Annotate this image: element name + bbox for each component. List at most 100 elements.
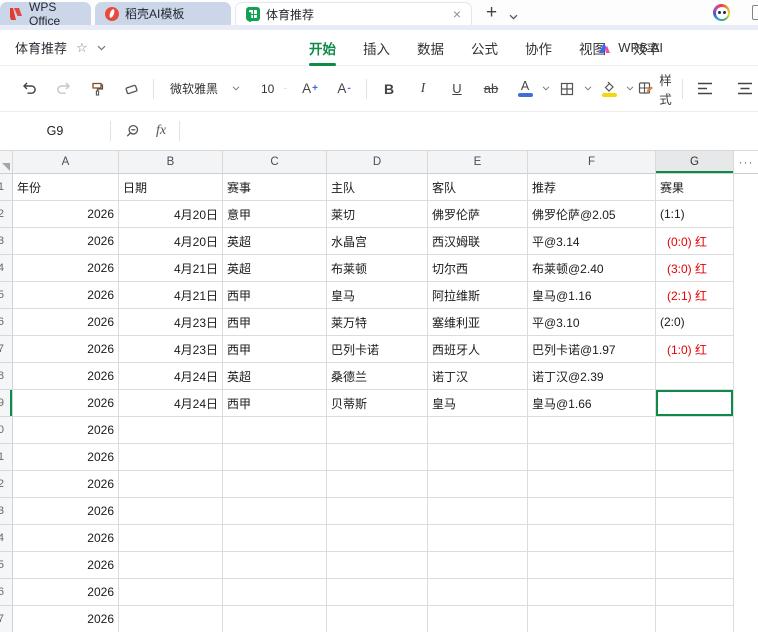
cell-B7[interactable]: 4月23日 — [119, 336, 223, 363]
cell-C3[interactable]: 英超 — [223, 228, 327, 255]
row-header-14[interactable]: 14 — [0, 525, 13, 552]
italic-button[interactable]: I — [410, 75, 436, 103]
cell-A15[interactable]: 2026 — [13, 552, 119, 579]
cell-G14[interactable] — [656, 525, 734, 552]
cell-F17[interactable] — [528, 606, 656, 632]
align-left-button[interactable] — [692, 75, 718, 103]
undo-button[interactable] — [16, 75, 42, 103]
cell-F6[interactable]: 平@3.10 — [528, 309, 656, 336]
bold-button[interactable]: B — [376, 75, 402, 103]
cell-D8[interactable]: 桑德兰 — [327, 363, 428, 390]
cell-C17[interactable] — [223, 606, 327, 632]
cell-C12[interactable] — [223, 471, 327, 498]
row-header-12[interactable]: 12 — [0, 471, 13, 498]
cell-D2[interactable]: 莱切 — [327, 201, 428, 228]
cell-A8[interactable]: 2026 — [13, 363, 119, 390]
cell-D9[interactable]: 贝蒂斯 — [327, 390, 428, 417]
new-tab-button[interactable]: + — [486, 3, 497, 22]
cell-D11[interactable] — [327, 444, 428, 471]
align-center-button[interactable] — [732, 75, 758, 103]
cell-E16[interactable] — [428, 579, 528, 606]
cell-B17[interactable] — [119, 606, 223, 632]
cell-F11[interactable] — [528, 444, 656, 471]
cell-D4[interactable]: 布莱顿 — [327, 255, 428, 282]
cell-A3[interactable]: 2026 — [13, 228, 119, 255]
row-header-15[interactable]: 15 — [0, 552, 13, 579]
window-panel-icon[interactable] — [752, 5, 758, 20]
column-header-B[interactable]: B — [119, 151, 223, 174]
column-header-G[interactable]: G — [656, 151, 734, 174]
column-header-E[interactable]: E — [428, 151, 528, 174]
row-header-1[interactable]: 1 — [0, 174, 13, 201]
cell-G17[interactable] — [656, 606, 734, 632]
cell-B16[interactable] — [119, 579, 223, 606]
cell-F15[interactable] — [528, 552, 656, 579]
fill-color-chevron-icon[interactable] — [622, 75, 638, 103]
cell-G13[interactable] — [656, 498, 734, 525]
cell-A6[interactable]: 2026 — [13, 309, 119, 336]
cell-A1[interactable]: 年份 — [13, 174, 119, 201]
cell-D14[interactable] — [327, 525, 428, 552]
strikethrough-button[interactable]: ab — [478, 75, 504, 103]
row-header-17[interactable]: 17 — [0, 606, 13, 632]
menu-item-0[interactable]: 开始 — [308, 34, 337, 66]
cell-E5[interactable]: 阿拉维斯 — [428, 282, 528, 309]
cell-G1[interactable]: 赛果 — [656, 174, 734, 201]
cell-F7[interactable]: 巴列卡诺@1.97 — [528, 336, 656, 363]
cell-A10[interactable]: 2026 — [13, 417, 119, 444]
cell-F1[interactable]: 推荐 — [528, 174, 656, 201]
cell-E7[interactable]: 西班牙人 — [428, 336, 528, 363]
cell-B8[interactable]: 4月24日 — [119, 363, 223, 390]
borders-button[interactable] — [554, 75, 580, 103]
cell-F14[interactable] — [528, 525, 656, 552]
menu-item-4[interactable]: 协作 — [524, 34, 553, 62]
cell-E6[interactable]: 塞维利亚 — [428, 309, 528, 336]
cell-A11[interactable]: 2026 — [13, 444, 119, 471]
cell-C11[interactable] — [223, 444, 327, 471]
favorite-star-icon[interactable]: ☆ — [76, 40, 88, 56]
cell-B10[interactable] — [119, 417, 223, 444]
redo-button[interactable] — [50, 75, 76, 103]
cell-A16[interactable]: 2026 — [13, 579, 119, 606]
cell-G11[interactable] — [656, 444, 734, 471]
cell-F8[interactable]: 诺丁汉@2.39 — [528, 363, 656, 390]
cell-E1[interactable]: 客队 — [428, 174, 528, 201]
cell-E12[interactable] — [428, 471, 528, 498]
cell-E10[interactable] — [428, 417, 528, 444]
cell-G8[interactable] — [656, 363, 734, 390]
cell-C5[interactable]: 西甲 — [223, 282, 327, 309]
user-avatar[interactable] — [713, 4, 730, 21]
cell-E17[interactable] — [428, 606, 528, 632]
cell-A12[interactable]: 2026 — [13, 471, 119, 498]
cell-B3[interactable]: 4月20日 — [119, 228, 223, 255]
cell-C7[interactable]: 西甲 — [223, 336, 327, 363]
cell-D13[interactable] — [327, 498, 428, 525]
cell-G15[interactable] — [656, 552, 734, 579]
cell-A4[interactable]: 2026 — [13, 255, 119, 282]
cell-G10[interactable] — [656, 417, 734, 444]
cell-D1[interactable]: 主队 — [327, 174, 428, 201]
cell-D6[interactable]: 莱万特 — [327, 309, 428, 336]
cell-F12[interactable] — [528, 471, 656, 498]
cell-F10[interactable] — [528, 417, 656, 444]
cell-B4[interactable]: 4月21日 — [119, 255, 223, 282]
cell-C10[interactable] — [223, 417, 327, 444]
row-header-3[interactable]: 3 — [0, 228, 13, 255]
cell-D16[interactable] — [327, 579, 428, 606]
cell-F4[interactable]: 布莱顿@2.40 — [528, 255, 656, 282]
font-family-select[interactable]: 微软雅黑 — [163, 75, 247, 103]
cell-E3[interactable]: 西汉姆联 — [428, 228, 528, 255]
row-header-11[interactable]: 11 — [0, 444, 13, 471]
cell-F3[interactable]: 平@3.14 — [528, 228, 656, 255]
cell-style-button[interactable]: 样式 — [639, 74, 673, 107]
cell-E13[interactable] — [428, 498, 528, 525]
cell-E11[interactable] — [428, 444, 528, 471]
row-header-4[interactable]: 4 — [0, 255, 13, 282]
cell-D3[interactable]: 水晶宫 — [327, 228, 428, 255]
column-header-D[interactable]: D — [327, 151, 428, 174]
cell-G16[interactable] — [656, 579, 734, 606]
doc-title-chevron-icon[interactable] — [97, 45, 106, 51]
cell-G9[interactable] — [656, 390, 734, 417]
cell-B6[interactable]: 4月23日 — [119, 309, 223, 336]
menu-item-3[interactable]: 公式 — [470, 34, 499, 62]
